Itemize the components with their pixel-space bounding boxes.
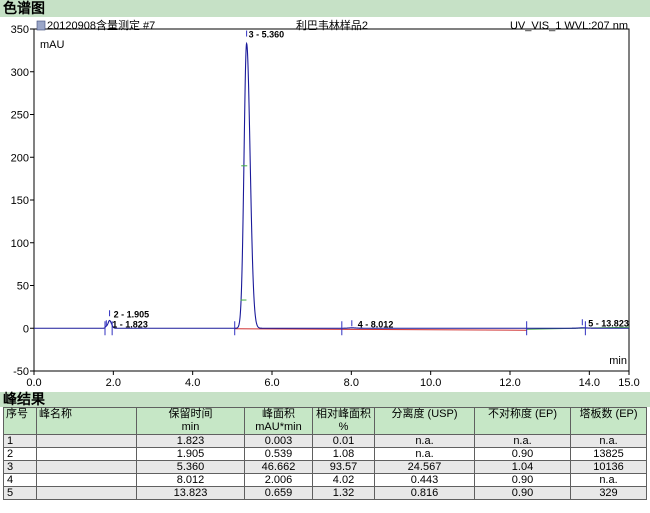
x-tick-label: 0.0	[26, 377, 41, 389]
cell-resolution: n.a.	[374, 434, 475, 448]
cell-relative-area: 0.01	[312, 434, 375, 448]
cell-plates: 329	[570, 486, 647, 500]
cell-index: 3	[3, 460, 37, 474]
cell-retention-time: 1.823	[136, 434, 245, 448]
cell-asymmetry: 0.90	[474, 473, 571, 487]
y-tick-label: -50	[13, 366, 29, 378]
x-tick-label: 12.0	[499, 377, 520, 389]
cell-peak-name	[36, 460, 137, 474]
cell-resolution: 0.443	[374, 473, 475, 487]
col-header-peak-name: 峰名称	[36, 407, 137, 435]
cell-relative-area: 4.02	[312, 473, 375, 487]
results-section-title: 峰结果	[0, 392, 650, 407]
cell-plates: n.a.	[570, 434, 647, 448]
cell-relative-area: 93.57	[312, 460, 375, 474]
x-tick-label: 14.0	[579, 377, 600, 389]
chart-header-left: 20120908含量测定 #7	[47, 18, 155, 32]
cell-retention-time: 8.012	[136, 473, 245, 487]
peak-label: 3 - 5.360	[249, 30, 285, 40]
cell-area: 2.006	[244, 473, 313, 487]
x-tick-label: 2.0	[106, 377, 121, 389]
cell-asymmetry: 1.04	[474, 460, 571, 474]
cell-relative-area: 1.32	[312, 486, 375, 500]
peak-label: 1 - 1.823	[112, 319, 148, 329]
cell-peak-name	[36, 434, 137, 448]
cell-asymmetry: 0.90	[474, 447, 571, 461]
cell-index: 5	[3, 486, 37, 500]
cell-retention-time: 1.905	[136, 447, 245, 461]
cell-area: 0.003	[244, 434, 313, 448]
y-tick-label: 0	[23, 323, 29, 335]
peak-label: 5 - 13.823	[588, 318, 629, 328]
cell-plates: 10136	[570, 460, 647, 474]
cell-area: 46.662	[244, 460, 313, 474]
cell-resolution: 0.816	[374, 486, 475, 500]
y-tick-label: 250	[11, 110, 29, 122]
cell-area: 0.659	[244, 486, 313, 500]
cell-index: 1	[3, 434, 37, 448]
x-tick-label: 6.0	[264, 377, 279, 389]
x-tick-label: 8.0	[344, 377, 359, 389]
peak-label: 2 - 1.905	[114, 309, 150, 319]
cell-plates: 13825	[570, 447, 647, 461]
chromatogram-panel: 20120908含量测定 #7 利巴韦林样品2 UV_VIS_1 WVL:207…	[0, 17, 650, 392]
col-header-relative-area: 相对峰面积%	[312, 407, 375, 435]
cell-asymmetry: 0.90	[474, 486, 571, 500]
cell-peak-name	[36, 486, 137, 500]
cell-plates: n.a.	[570, 473, 647, 487]
cell-index: 2	[3, 447, 37, 461]
chromatogram-chart: 20120908含量测定 #7 利巴韦林样品2 UV_VIS_1 WVL:207…	[11, 18, 640, 389]
cell-peak-name	[36, 473, 137, 487]
y-tick-label: 50	[17, 281, 29, 293]
document-icon	[36, 20, 46, 31]
cell-area: 0.539	[244, 447, 313, 461]
cell-index: 4	[3, 473, 37, 487]
y-tick-label: 200	[11, 152, 29, 164]
peak-results-table: 序号 峰名称 保留时间 min 峰面积 mAU*min 相对峰面积% 分离度 (US…	[3, 407, 647, 500]
cell-peak-name	[36, 447, 137, 461]
table-row: 5 13.823 0.659 1.32 0.816 0.90 329	[3, 486, 647, 500]
peak-label: 4 - 8.012	[358, 319, 394, 329]
col-header-index: 序号	[3, 407, 37, 435]
x-tick-label: 4.0	[185, 377, 200, 389]
col-header-resolution: 分离度 (USP)	[374, 407, 475, 435]
col-header-asymmetry: 不对称度 (EP)	[474, 407, 571, 435]
y-tick-label: 300	[11, 67, 29, 79]
col-header-retention-time: 保留时间 min	[136, 407, 245, 435]
chart-header-right: UV_VIS_1 WVL:207 nm	[510, 20, 628, 32]
chart-header-center: 利巴韦林样品2	[296, 18, 368, 32]
table-row: 1 1.823 0.003 0.01 n.a. n.a. n.a.	[3, 434, 647, 448]
y-tick-label: 100	[11, 238, 29, 250]
chromatogram-section-title: 色谱图	[0, 0, 650, 17]
cell-resolution: 24.567	[374, 460, 475, 474]
y-tick-label: 150	[11, 195, 29, 207]
col-header-area: 峰面积 mAU*min	[244, 407, 313, 435]
y-axis-label: mAU	[40, 39, 65, 51]
cell-retention-time: 13.823	[136, 486, 245, 500]
cell-relative-area: 1.08	[312, 447, 375, 461]
table-row: 4 8.012 2.006 4.02 0.443 0.90 n.a.	[3, 473, 647, 487]
table-row: 3 5.360 46.662 93.57 24.567 1.04 10136	[3, 460, 647, 474]
cell-asymmetry: n.a.	[474, 434, 571, 448]
table-header-row: 序号 峰名称 保留时间 min 峰面积 mAU*min 相对峰面积% 分离度 (US…	[3, 407, 647, 435]
x-axis-label: min	[609, 355, 627, 367]
cell-resolution: n.a.	[374, 447, 475, 461]
y-tick-label: 350	[11, 24, 29, 36]
col-header-plates: 塔板数 (EP)	[570, 407, 647, 435]
table-row: 2 1.905 0.539 1.08 n.a. 0.90 13825	[3, 447, 647, 461]
cell-retention-time: 5.360	[136, 460, 245, 474]
x-tick-label: 15.0	[618, 377, 639, 389]
x-tick-label: 10.0	[420, 377, 441, 389]
